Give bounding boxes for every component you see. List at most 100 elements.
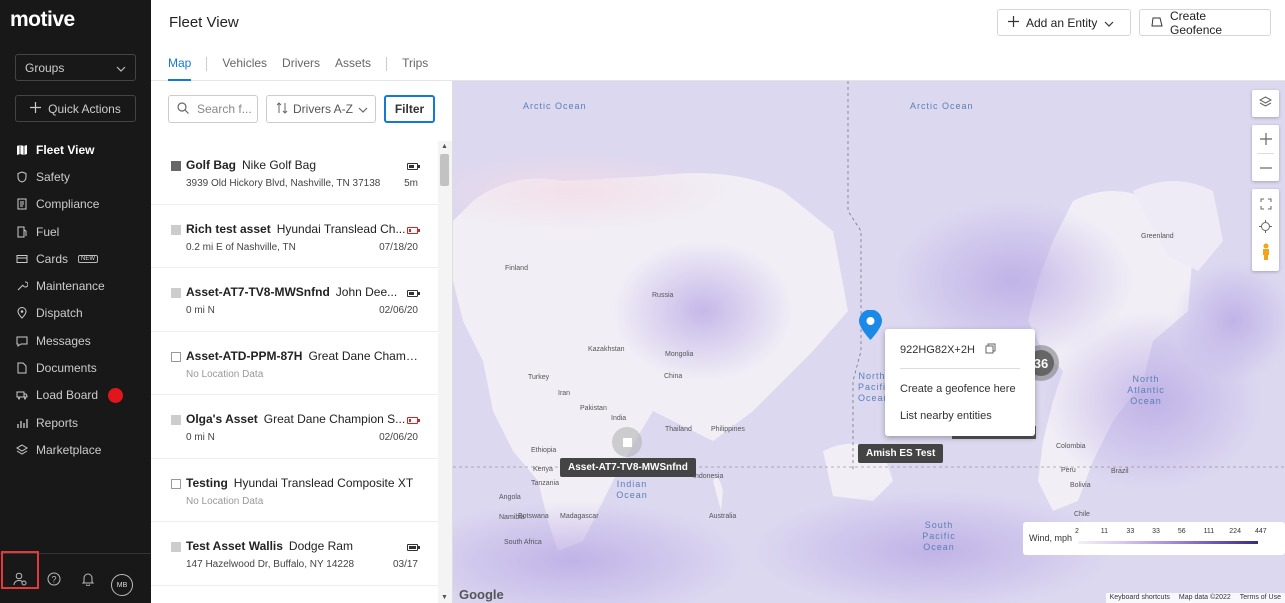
asset-status-icon bbox=[171, 288, 181, 298]
keyboard-shortcuts-link[interactable]: Keyboard shortcuts bbox=[1110, 594, 1170, 602]
list-item-title: Olga's Asset Great Dane Champion S... bbox=[186, 412, 418, 426]
list-item[interactable]: Golf Bag Nike Golf Bag 3939 Old Hickory B… bbox=[151, 141, 438, 205]
zoom-out-button[interactable] bbox=[1259, 154, 1272, 181]
fleet-map[interactable]: Arctic Ocean Arctic Ocean North Pacific … bbox=[453, 81, 1285, 603]
sidebar-item-fleet-view[interactable]: Fleet View bbox=[0, 136, 151, 163]
list-item-title: Rich test asset Hyundai Translead Ch... bbox=[186, 222, 418, 236]
svg-text:?: ? bbox=[51, 575, 56, 585]
sidebar-item-compliance[interactable]: Compliance bbox=[0, 191, 151, 218]
card-icon bbox=[16, 253, 28, 265]
tab-divider bbox=[206, 56, 208, 71]
tab-vehicles[interactable]: Vehicles bbox=[222, 56, 267, 81]
list-item[interactable]: Olga's Asset Great Dane Champion S... 0 m… bbox=[151, 395, 438, 459]
asset-description: Nike Golf Bag bbox=[242, 158, 317, 172]
list-item[interactable]: Testing Hyundai Translead Composite XT No… bbox=[151, 459, 438, 522]
admin-user-icon[interactable] bbox=[11, 570, 29, 588]
help-icon[interactable]: ? bbox=[45, 570, 63, 588]
vehicle-map-label[interactable]: Amish ES Test bbox=[858, 444, 944, 463]
legend-tick: 447 bbox=[1255, 528, 1267, 535]
sidebar-item-documents[interactable]: Documents bbox=[0, 354, 151, 381]
copy-icon[interactable] bbox=[985, 343, 996, 357]
asset-name: Testing bbox=[186, 475, 228, 490]
asset-name: Asset-AT7-TV8-MWSnfnd bbox=[186, 285, 330, 299]
tab-map[interactable]: Map bbox=[168, 56, 192, 81]
country-label: Angola bbox=[499, 494, 521, 501]
asset-location: 0.2 mi E of Nashville, TN bbox=[186, 241, 296, 253]
create-geofence-button[interactable]: Create Geofence bbox=[1139, 9, 1271, 37]
country-label: Mongolia bbox=[665, 351, 694, 358]
asset-map-label[interactable]: Asset-AT7-TV8-MWSnfnd bbox=[560, 458, 696, 477]
fullscreen-icon[interactable] bbox=[1260, 198, 1272, 213]
tab-assets[interactable]: Assets bbox=[335, 56, 371, 81]
list-item[interactable]: Rich test asset Hyundai Translead Ch... 0… bbox=[151, 205, 438, 268]
sidebar-item-label: Fuel bbox=[36, 224, 60, 239]
list-item[interactable]: Asset-AT7-TV8-MWSnfnd John Dee... 0 mi N … bbox=[151, 268, 438, 332]
sidebar-footer: ? MB bbox=[0, 551, 151, 603]
sidebar-item-load-board[interactable]: Load Board bbox=[0, 382, 151, 409]
sidebar-item-cards[interactable]: Cards NEW bbox=[0, 245, 151, 272]
search-input[interactable]: Search f... bbox=[168, 95, 258, 123]
list-item[interactable]: Test Asset Wallis Dodge Ram 147 Hazelwood… bbox=[151, 522, 438, 586]
sidebar-item-dispatch[interactable]: Dispatch bbox=[0, 300, 151, 327]
sidebar-item-safety[interactable]: Safety bbox=[0, 163, 151, 190]
create-geofence-here-item[interactable]: Create a geofence here bbox=[900, 383, 1016, 395]
legend-tick: 11 bbox=[1100, 528, 1108, 535]
street-view-icon[interactable] bbox=[1260, 243, 1272, 263]
terms-of-use-link[interactable]: Terms of Use bbox=[1240, 594, 1281, 602]
avatar[interactable]: MB bbox=[111, 574, 133, 596]
asset-name: Asset-ATD-PPM-87H bbox=[186, 348, 303, 363]
scrollbar-thumb[interactable] bbox=[440, 154, 449, 186]
groups-label: Groups bbox=[25, 60, 65, 75]
filter-button[interactable]: Filter bbox=[384, 95, 435, 123]
chevron-down-icon bbox=[1104, 16, 1114, 30]
asset-location: 0 mi N bbox=[186, 432, 215, 443]
recenter-icon[interactable] bbox=[1259, 219, 1272, 236]
country-label: Chile bbox=[1074, 511, 1090, 518]
sidebar-item-maintenance[interactable]: Maintenance bbox=[0, 272, 151, 299]
country-label: Iran bbox=[558, 390, 571, 397]
sidebar-item-marketplace[interactable]: Marketplace bbox=[0, 436, 151, 463]
country-label: Peru bbox=[1061, 467, 1076, 474]
layers-button[interactable] bbox=[1252, 90, 1279, 117]
pin-icon bbox=[16, 307, 28, 320]
zoom-in-button[interactable] bbox=[1259, 125, 1272, 153]
sort-dropdown[interactable]: Drivers A-Z bbox=[266, 95, 376, 123]
layers-icon bbox=[1258, 95, 1273, 112]
asset-marker[interactable] bbox=[612, 427, 642, 457]
menu-divider bbox=[900, 368, 1020, 369]
asset-status-icon bbox=[171, 224, 181, 235]
entity-list: Golf Bag Nike Golf Bag 3939 Old Hickory B… bbox=[151, 141, 438, 586]
country-label: India bbox=[611, 415, 627, 422]
layers-icon bbox=[16, 444, 28, 456]
sidebar-item-fuel[interactable]: Fuel bbox=[0, 218, 151, 245]
sidebar-item-messages[interactable]: Messages bbox=[0, 327, 151, 354]
list-item[interactable]: Asset-ATD-PPM-87H Great Dane Champi... No… bbox=[151, 332, 438, 395]
add-entity-button[interactable]: Add an Entity bbox=[997, 9, 1131, 36]
asset-location: No Location Data bbox=[186, 495, 264, 507]
tab-trips[interactable]: Trips bbox=[402, 56, 428, 81]
last-seen: 07/18/20 bbox=[379, 241, 418, 253]
tab-drivers[interactable]: Drivers bbox=[282, 56, 320, 81]
list-scrollbar[interactable]: ▲ ▼ bbox=[438, 141, 452, 603]
chat-icon bbox=[16, 335, 28, 347]
scroll-up-arrow[interactable]: ▲ bbox=[441, 143, 448, 150]
map-data-attribution: Map data ©2022 bbox=[1178, 594, 1231, 601]
country-label: Greenland bbox=[1141, 233, 1174, 240]
sidebar-item-reports[interactable]: Reports bbox=[0, 409, 151, 436]
quick-actions-button[interactable]: Quick Actions bbox=[15, 95, 136, 122]
page-title: Fleet View bbox=[169, 14, 239, 31]
location-pin-icon[interactable] bbox=[858, 309, 883, 344]
sidebar-item-label: Messages bbox=[36, 333, 91, 348]
bell-icon[interactable] bbox=[79, 570, 97, 588]
country-label: South Africa bbox=[504, 539, 542, 546]
scroll-down-arrow[interactable]: ▼ bbox=[441, 594, 448, 601]
sidebar-item-label: Marketplace bbox=[36, 442, 102, 457]
quick-actions-label: Quick Actions bbox=[48, 101, 121, 116]
motive-logo[interactable]: motive bbox=[10, 8, 75, 32]
file-icon bbox=[16, 362, 28, 374]
groups-dropdown[interactable]: Groups bbox=[15, 54, 136, 81]
battery-full-icon bbox=[407, 544, 420, 551]
country-label: Australia bbox=[709, 513, 737, 520]
asset-description: Dodge Ram bbox=[288, 539, 353, 553]
list-nearby-entities-item[interactable]: List nearby entities bbox=[900, 410, 992, 422]
